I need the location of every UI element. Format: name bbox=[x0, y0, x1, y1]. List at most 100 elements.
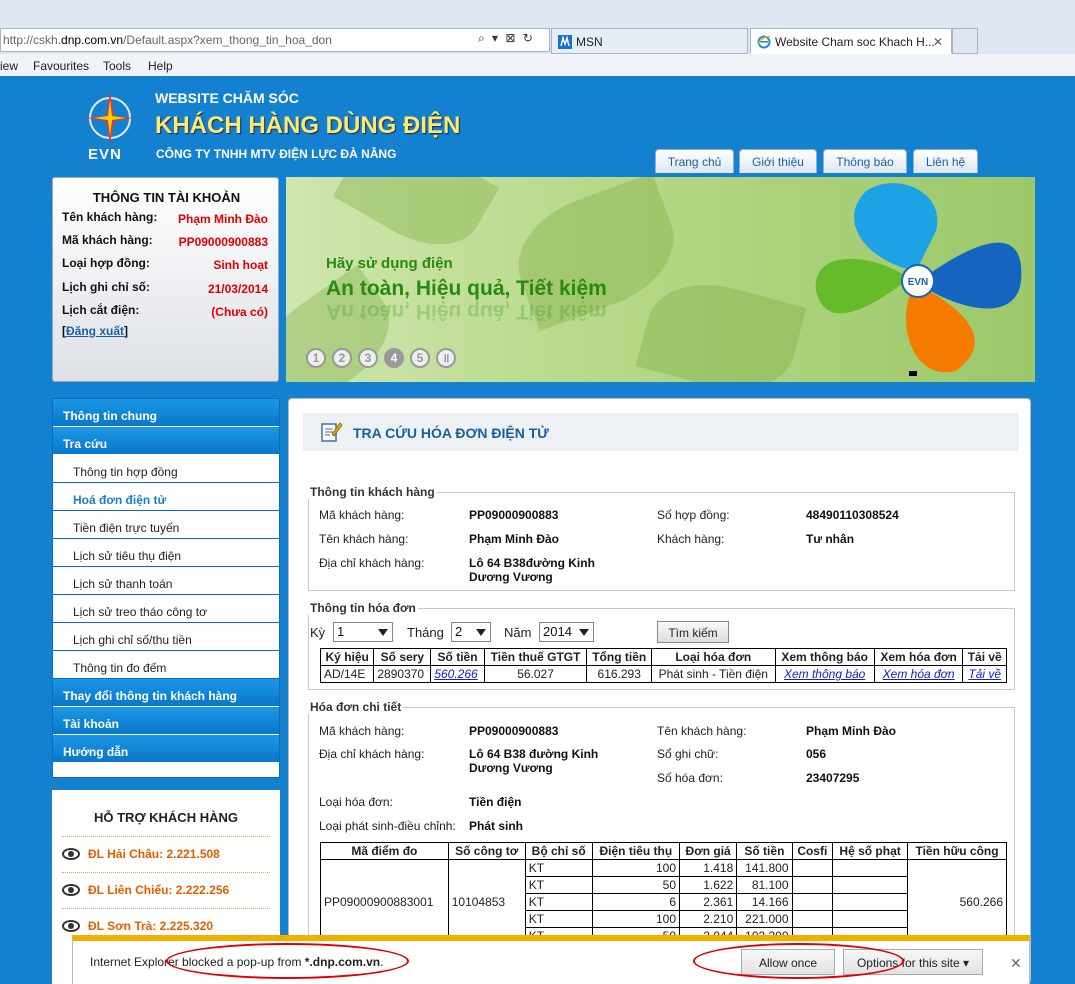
logo-text: EVN bbox=[88, 146, 122, 163]
invoice-info-legend: Thông tin hóa đơn bbox=[308, 601, 418, 615]
slide-dot-2[interactable]: 2 bbox=[332, 348, 352, 368]
support-hai-chau[interactable]: ĐL Hải Châu: 2.221.508 bbox=[62, 836, 270, 872]
detail-table: Mã điểm đo Số công tơ Bộ chỉ số Điện tiê… bbox=[320, 842, 1007, 945]
col-tong-tien: Tổng tiền bbox=[586, 648, 653, 666]
invoice-type-label: Loại hóa đơn: bbox=[319, 795, 393, 809]
msn-icon bbox=[558, 35, 572, 49]
account-info-panel: THÔNG TIN TÀI KHOẢN Tên khách hàng: Phạm… bbox=[52, 177, 279, 382]
support-lien-chieu[interactable]: ĐL Liên Chiểu: 2.222.256 bbox=[62, 872, 270, 908]
sidebar-item-1[interactable]: Tra cứu bbox=[53, 427, 279, 455]
site-title-line2: KHÁCH HÀNG DÙNG ĐIỆN bbox=[155, 112, 461, 139]
energy-saving-graphic: EVN bbox=[815, 183, 1022, 376]
adjustment-type-label: Loại phát sinh-điều chỉnh: bbox=[319, 819, 456, 833]
ie-icon bbox=[757, 35, 771, 49]
sidebar-item-0[interactable]: Thông tin chung bbox=[53, 399, 279, 427]
detail-name-value: Phạm Minh Đào bbox=[806, 724, 897, 738]
sidebar-item-8[interactable]: Lịch ghi chỉ số/thu tiền bbox=[53, 623, 279, 651]
sidebar-item-4[interactable]: Tiền điện trực tuyến bbox=[53, 511, 279, 539]
cust-code-value: PP09000900883 bbox=[469, 508, 559, 522]
book-no-value: 056 bbox=[806, 747, 827, 761]
sidebar-item-12[interactable]: Hướng dẫn bbox=[53, 735, 279, 763]
period-select[interactable]: 1 bbox=[333, 622, 393, 642]
company-name: CÔNG TY TNHH MTV ĐIỆN LỰC ĐÀ NẴNG bbox=[156, 147, 397, 161]
year-select[interactable]: 2014 bbox=[539, 622, 594, 642]
cust-name-value: Phạm Minh Đào bbox=[469, 532, 560, 546]
amount-link[interactable]: 560.266 bbox=[434, 667, 477, 681]
period-label: Kỳ bbox=[310, 625, 326, 640]
slide-dot-3[interactable]: 3 bbox=[358, 348, 378, 368]
detail-address-line2: Dương Vương bbox=[469, 761, 553, 775]
address-bar[interactable]: http://cskh.dnp.com.vn/Default.aspx?xem_… bbox=[0, 28, 550, 52]
view-notice-link[interactable]: Xem thông báo bbox=[784, 667, 865, 681]
eye-icon bbox=[62, 848, 80, 860]
eye-icon bbox=[62, 884, 80, 896]
adjustment-type-value: Phát sinh bbox=[469, 819, 524, 833]
eye-icon bbox=[62, 920, 80, 932]
logout-link[interactable]: Đăng xuất bbox=[66, 324, 124, 338]
col-so-tien: Số tiền bbox=[430, 648, 485, 666]
close-icon[interactable]: ✕ bbox=[1010, 955, 1022, 972]
account-title: THÔNG TIN TÀI KHOẢN bbox=[92, 190, 241, 205]
annotation-oval-allow bbox=[693, 943, 904, 979]
cust-address-line2: Dương Vương bbox=[469, 570, 553, 584]
download-link[interactable]: Tải về bbox=[968, 667, 1001, 681]
contract-type-label: Loại hợp đồng: bbox=[62, 256, 150, 270]
address-bar-buttons[interactable]: ⌕ ▾ ⊠ ↻ bbox=[478, 31, 535, 46]
menu-help[interactable]: Help bbox=[148, 59, 173, 73]
detail-name-label: Tên khách hàng: bbox=[657, 724, 747, 738]
outage-value: (Chưa có) bbox=[211, 305, 268, 319]
detail-code-value: PP09000900883 bbox=[469, 724, 559, 738]
invoice-table-header: Ký hiệu Số sery Số tiền Tiền thuế GTGT T… bbox=[319, 648, 1007, 666]
graphic-evn-label: EVN bbox=[908, 277, 929, 288]
close-tab-icon[interactable]: ✕ bbox=[933, 35, 943, 49]
cust-type-label: Khách hàng: bbox=[657, 532, 725, 546]
col-thue: Tiền thuế GTGT bbox=[483, 648, 588, 666]
col-xem-hd: Xem hóa đơn bbox=[873, 648, 964, 666]
col-ky-hieu: Ký hiệu bbox=[319, 648, 375, 666]
month-select[interactable]: 2 bbox=[451, 622, 491, 642]
detail-address-line1: Lô 64 B38 đường Kinh bbox=[469, 747, 599, 761]
col-tai-ve: Tải về bbox=[962, 648, 1007, 666]
sidebar-item-2[interactable]: Thông tin hợp đồng bbox=[53, 455, 279, 483]
sidebar-menu: Thông tin chung Tra cứu Thông tin hợp đồng… bbox=[52, 398, 280, 778]
contract-no-value: 48490110308524 bbox=[806, 508, 899, 522]
tab-active[interactable]: Website Cham soc Khach H... ✕ bbox=[750, 28, 952, 54]
nav-about[interactable]: Giới thiệu bbox=[739, 149, 817, 173]
month-label: Tháng bbox=[407, 625, 444, 640]
nav-contact[interactable]: Liên hệ bbox=[913, 149, 978, 173]
menu-favourites[interactable]: Favourites bbox=[33, 59, 89, 73]
slide-dot-1[interactable]: 1 bbox=[306, 348, 326, 368]
sidebar-item-3[interactable]: Hoá đơn điện tử bbox=[53, 483, 279, 511]
tab-msn[interactable]: MSN bbox=[551, 28, 748, 54]
banner-line1: Hãy sử dụng điện bbox=[326, 255, 453, 272]
reading-date-value: 21/03/2014 bbox=[207, 282, 268, 296]
customer-name-value: Phạm Minh Đào bbox=[177, 212, 268, 226]
main-content: TRA CỨU HÓA ĐƠN ĐIỆN TỬ Thông tin khách … bbox=[288, 398, 1031, 984]
customer-code-label: Mã khách hàng: bbox=[62, 233, 153, 247]
slide-dot-5[interactable]: 5 bbox=[410, 348, 430, 368]
sidebar-item-11[interactable]: Tài khoản bbox=[53, 707, 279, 735]
invoice-info-section: Thông tin hóa đơn Kỳ 1 Tháng 2 Năm 2014 … bbox=[308, 601, 1015, 690]
view-invoice-link[interactable]: Xem hóa đơn bbox=[883, 667, 955, 681]
sidebar-item-5[interactable]: Lịch sử tiêu thụ điện bbox=[53, 539, 279, 567]
sidebar-item-10[interactable]: Thay đổi thông tin khách hàng bbox=[53, 679, 279, 707]
detail-table-header: Mã điểm đo Số công tơ Bộ chỉ số Điện tiê… bbox=[320, 842, 1007, 860]
menu-tools[interactable]: Tools bbox=[103, 59, 131, 73]
reading-date-label: Lịch ghi chỉ số: bbox=[62, 280, 151, 294]
invoice-search-icon bbox=[321, 422, 343, 442]
sidebar-item-7[interactable]: Lịch sử treo tháo công tơ bbox=[53, 595, 279, 623]
sidebar-item-9[interactable]: Thông tin đo đếm bbox=[53, 651, 279, 679]
invoice-type-value: Tiền điện bbox=[469, 795, 522, 809]
book-no-label: Sổ ghi chữ: bbox=[657, 747, 719, 761]
sidebar-item-6[interactable]: Lịch sử thanh toán bbox=[53, 567, 279, 595]
nav-notices[interactable]: Thông báo bbox=[823, 149, 907, 173]
menu-view[interactable]: iew bbox=[0, 59, 18, 73]
search-button[interactable]: Tìm kiếm bbox=[657, 621, 729, 643]
new-tab-button[interactable] bbox=[952, 28, 978, 54]
nav-home[interactable]: Trang chủ bbox=[655, 149, 734, 173]
site-title-line1: WEBSITE CHĂM SÓC bbox=[155, 90, 299, 106]
pause-icon[interactable]: ॥ bbox=[436, 348, 456, 368]
slide-dot-4[interactable]: 4 bbox=[384, 348, 404, 368]
cust-type-value: Tư nhân bbox=[806, 532, 855, 546]
year-label: Năm bbox=[504, 625, 532, 640]
